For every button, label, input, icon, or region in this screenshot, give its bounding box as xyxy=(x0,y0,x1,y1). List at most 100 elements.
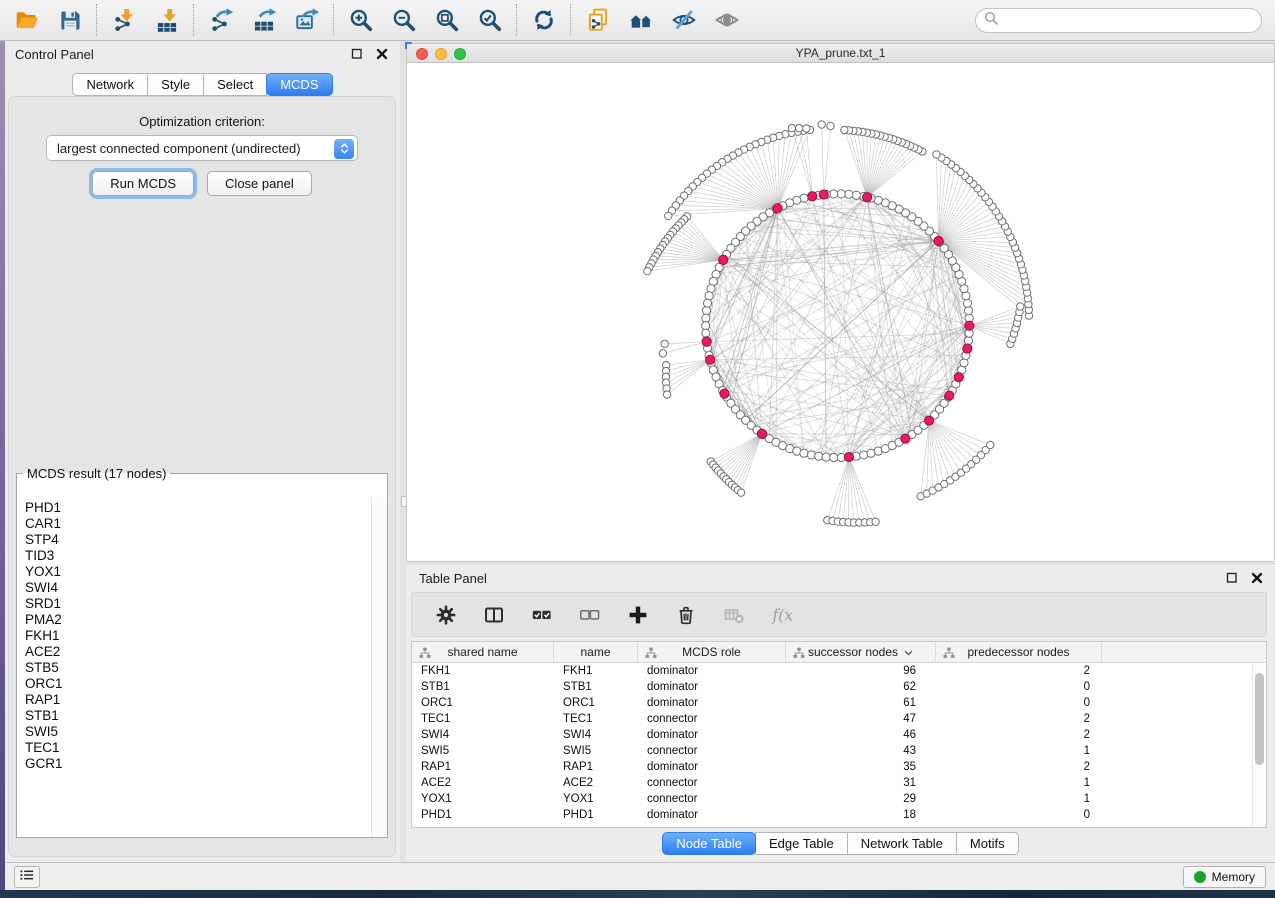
mcds-result-item[interactable]: ORC1 xyxy=(25,676,371,692)
table-scrollbar-thumb[interactable] xyxy=(1255,673,1264,765)
table-cell[interactable]: connector xyxy=(638,743,786,759)
mcds-result-item[interactable]: GCR1 xyxy=(25,756,371,772)
table-cell[interactable]: ORC1 xyxy=(554,695,638,711)
run-mcds-button[interactable]: Run MCDS xyxy=(92,171,194,196)
open-session-icon[interactable] xyxy=(13,7,40,34)
sort-desc-icon[interactable] xyxy=(904,645,913,659)
tab-select[interactable]: Select xyxy=(203,73,267,96)
table-row[interactable]: RAP1RAP1dominator352 xyxy=(412,759,1266,775)
close-panel-icon[interactable] xyxy=(374,46,390,62)
import-network-icon[interactable] xyxy=(110,7,137,34)
search-input[interactable] xyxy=(1003,13,1253,27)
table-cell[interactable]: ACE2 xyxy=(412,775,554,791)
zoom-window-icon[interactable] xyxy=(454,48,466,60)
column-header-name[interactable]: name xyxy=(554,642,638,662)
table-cell[interactable]: SWI5 xyxy=(412,743,554,759)
mcds-result-item[interactable]: ACE2 xyxy=(25,644,371,660)
table-cell[interactable]: SWI4 xyxy=(554,727,638,743)
table-cell[interactable]: 96 xyxy=(786,663,936,679)
table-cell[interactable]: 61 xyxy=(786,695,936,711)
table-cell[interactable]: PHD1 xyxy=(554,807,638,823)
clone-network-icon[interactable] xyxy=(584,7,611,34)
tab-network[interactable]: Network xyxy=(72,73,148,96)
float-panel-icon[interactable] xyxy=(349,46,365,62)
table-cell[interactable]: 0 xyxy=(936,679,1102,695)
table-cell[interactable]: 46 xyxy=(786,727,936,743)
show-columns-icon[interactable] xyxy=(482,603,505,626)
tab-motifs[interactable]: Motifs xyxy=(956,832,1019,855)
table-cell[interactable]: 1 xyxy=(936,791,1102,807)
table-cell[interactable]: 0 xyxy=(936,807,1102,823)
tab-style[interactable]: Style xyxy=(147,73,204,96)
mcds-result-item[interactable]: SRD1 xyxy=(25,596,371,612)
table-cell[interactable]: 31 xyxy=(786,775,936,791)
export-image-icon[interactable] xyxy=(293,7,320,34)
table-cell[interactable]: connector xyxy=(638,711,786,727)
hide-selected-icon[interactable] xyxy=(670,7,697,34)
table-cell[interactable]: SWI5 xyxy=(554,743,638,759)
close-table-panel-icon[interactable] xyxy=(1249,570,1265,586)
optimization-criterion-select[interactable]: largest connected component (undirected) xyxy=(46,135,358,161)
table-cell[interactable]: dominator xyxy=(638,663,786,679)
column-header-shared-name[interactable]: shared name xyxy=(412,642,554,662)
table-cell[interactable]: 2 xyxy=(936,663,1102,679)
network-graph[interactable] xyxy=(407,64,1274,561)
table-cell[interactable]: RAP1 xyxy=(554,759,638,775)
mcds-result-item[interactable]: TID3 xyxy=(25,548,371,564)
deselect-all-columns-icon[interactable] xyxy=(578,603,601,626)
export-network-icon[interactable] xyxy=(207,7,234,34)
table-cell[interactable]: 2 xyxy=(936,727,1102,743)
apply-layout-icon[interactable] xyxy=(530,7,557,34)
table-row[interactable]: STB1STB1dominator620 xyxy=(412,679,1266,695)
table-row[interactable]: PHD1PHD1dominator180 xyxy=(412,807,1266,823)
table-cell[interactable]: 43 xyxy=(786,743,936,759)
table-cell[interactable]: 18 xyxy=(786,807,936,823)
first-neighbors-icon[interactable] xyxy=(627,7,654,34)
table-cell[interactable]: TEC1 xyxy=(554,711,638,727)
export-table-icon[interactable] xyxy=(250,7,277,34)
table-mode-gear-icon[interactable] xyxy=(434,603,457,626)
table-cell[interactable]: ACE2 xyxy=(554,775,638,791)
table-cell[interactable]: STB1 xyxy=(554,679,638,695)
mcds-result-item[interactable]: SWI4 xyxy=(25,580,371,596)
mcds-result-item[interactable]: STB1 xyxy=(25,708,371,724)
table-cell[interactable]: dominator xyxy=(638,807,786,823)
zoom-selected-icon[interactable] xyxy=(476,7,503,34)
float-table-panel-icon[interactable] xyxy=(1224,570,1240,586)
network-titlebar[interactable]: YPA_prune.txt_1 xyxy=(407,44,1274,63)
close-window-icon[interactable] xyxy=(416,48,428,60)
table-row[interactable]: TEC1TEC1connector472 xyxy=(412,711,1266,727)
minimize-window-icon[interactable] xyxy=(435,48,447,60)
table-cell[interactable]: FKH1 xyxy=(412,663,554,679)
close-panel-button[interactable]: Close panel xyxy=(207,171,312,196)
show-all-icon[interactable] xyxy=(713,7,740,34)
mcds-result-item[interactable]: RAP1 xyxy=(25,692,371,708)
table-cell[interactable]: 1 xyxy=(936,775,1102,791)
table-row[interactable]: YOX1YOX1connector291 xyxy=(412,791,1266,807)
add-column-icon[interactable] xyxy=(626,603,649,626)
mcds-result-item[interactable]: SWI5 xyxy=(25,724,371,740)
table-cell[interactable]: 1 xyxy=(936,743,1102,759)
mcds-result-item[interactable]: PMA2 xyxy=(25,612,371,628)
memory-button[interactable]: Memory xyxy=(1183,866,1266,888)
select-all-columns-icon[interactable] xyxy=(530,603,553,626)
search-box[interactable] xyxy=(975,8,1262,33)
mcds-result-item[interactable]: YOX1 xyxy=(25,564,371,580)
table-cell[interactable]: 0 xyxy=(936,695,1102,711)
table-row[interactable]: FKH1FKH1dominator962 xyxy=(412,663,1266,679)
table-cell[interactable]: connector xyxy=(638,791,786,807)
table-cell[interactable]: dominator xyxy=(638,727,786,743)
table-cell[interactable]: 29 xyxy=(786,791,936,807)
table-cell[interactable]: FKH1 xyxy=(554,663,638,679)
mcds-result-item[interactable]: FKH1 xyxy=(25,628,371,644)
table-cell[interactable]: dominator xyxy=(638,759,786,775)
table-cell[interactable]: RAP1 xyxy=(412,759,554,775)
column-header-successor-nodes[interactable]: successor nodes xyxy=(786,642,936,662)
table-cell[interactable]: 35 xyxy=(786,759,936,775)
mcds-result-list[interactable]: PHD1CAR1STP4TID3YOX1SWI4SRD1PMA2FKH1ACE2… xyxy=(18,497,371,836)
table-scrollbar[interactable] xyxy=(1252,664,1266,827)
table-cell[interactable]: dominator xyxy=(638,679,786,695)
mcds-result-item[interactable]: TEC1 xyxy=(25,740,371,756)
save-session-icon[interactable] xyxy=(56,7,83,34)
task-history-button[interactable] xyxy=(14,866,40,888)
